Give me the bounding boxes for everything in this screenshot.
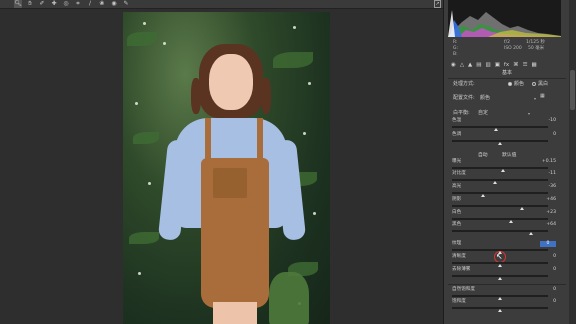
histogram [448,0,561,37]
crop-tool-icon[interactable]: ⌗ [74,0,82,8]
temperature-label: 色温 [452,118,462,123]
detail-tab-icon[interactable]: ▲ [468,62,472,69]
highlights-label: 高光 [452,184,462,189]
treatment-bw-label: 黑白 [538,81,549,87]
spot-removal-icon[interactable]: ❀ [98,0,106,8]
temperature-track[interactable] [452,126,548,128]
blacks-value-field[interactable]: +64 [540,222,556,228]
blacks-track[interactable] [452,230,548,232]
shadows-track[interactable] [452,205,548,207]
whites-label: 白色 [452,210,462,215]
radio-unselected-icon[interactable] [532,81,536,86]
shadows-label: 阴影 [452,197,462,202]
blacks-thumb[interactable] [528,232,533,235]
tool-bar: 🔍︎ ✋︎ ✐ ✚ ◎ ⌗ ∕ ❀ ◉ ✎ ↗ [0,0,443,9]
texture-value-field[interactable]: 0 [540,241,556,247]
highlights-slider[interactable]: 高光 -36 [452,184,556,198]
red-eye-icon[interactable]: ◉ [110,0,118,8]
preview-canvas [0,9,443,324]
camera-raw-window: 🔍︎ ✋︎ ✐ ✚ ◎ ⌗ ∕ ❀ ◉ ✎ ↗ R: f/2 1/125 秒 G… [0,0,576,324]
dehaze-value-field[interactable]: 0 [540,267,556,273]
calibration-tab-icon[interactable]: ⌘ [513,62,519,69]
contrast-label: 对比度 [452,171,466,176]
radio-selected-icon[interactable] [508,81,512,86]
treatment-label: 处理方式: [453,81,475,87]
temperature-value-field[interactable]: -10 [540,118,556,124]
preview-photo [123,12,330,324]
presets-tab-icon[interactable]: ☰ [523,62,528,69]
temperature-thumb[interactable] [494,128,499,131]
whites-track[interactable] [452,218,548,220]
dehaze-thumb[interactable] [498,277,502,280]
texture-slider[interactable]: 纹理 0 [452,241,556,255]
white-balance-label: 白平衡: [453,110,470,116]
clarity-label: 清晰度 [452,254,466,259]
dehaze-slider[interactable]: 去除薄雾 0 [452,267,556,281]
fullscreen-toggle-icon[interactable]: ↗ [434,0,441,8]
tint-thumb[interactable] [498,142,502,145]
white-balance-value: 自定 [478,110,489,116]
profile-value: 颜色 [480,95,491,101]
highlights-value-field[interactable]: -36 [540,184,556,190]
hsl-tab-icon[interactable]: ▤ [476,62,481,69]
treatment-color-label: 颜色 [514,81,525,87]
blacks-slider[interactable]: 黑色 +64 [452,222,556,236]
exposure-value-field[interactable]: +0.15 [540,159,556,165]
basic-tab-icon[interactable]: ◉ [451,62,456,69]
split-toning-tab-icon[interactable]: ▥ [485,62,490,69]
vibrance-label: 自然饱和度 [452,287,475,292]
highlights-track[interactable] [452,192,548,194]
zoom-tool-icon[interactable]: 🔍︎ [14,0,22,8]
profile-dropdown[interactable]: 颜色 ▾ [480,95,536,102]
profile-label: 配置文件: [453,95,475,101]
chevron-down-icon: ▾ [527,111,530,116]
whites-value-field[interactable]: +23 [540,210,556,216]
adjustment-brush-icon[interactable]: ✎ [122,0,130,8]
snapshots-tab-icon[interactable]: ▦ [532,62,537,69]
vibrance-value-field[interactable]: 0 [540,287,556,293]
panel-scrollbar[interactable] [569,0,576,324]
shadows-slider[interactable]: 阴影 +46 [452,197,556,211]
contrast-value-field[interactable]: -11 [540,171,556,177]
white-balance-tool-icon[interactable]: ✐ [38,0,46,8]
lens-tab-icon[interactable]: ▣ [495,62,500,69]
texture-label: 纹理 [452,241,462,246]
tint-value-field[interactable]: 0 [540,132,556,138]
effects-tab-icon[interactable]: fx [504,62,509,69]
scrollbar-thumb[interactable] [570,70,575,110]
clarity-value-field[interactable]: 0 [540,254,556,260]
dehaze-label: 去除薄雾 [452,267,471,272]
clarity-slider[interactable]: 清晰度 0 [452,254,556,268]
contrast-track[interactable] [452,179,548,181]
saturation-thumb[interactable] [498,309,502,312]
treatment-color-option[interactable]: 颜色 [508,81,524,88]
blacks-label: 黑色 [452,222,462,227]
camera-info: R: f/2 1/125 秒 G: ISO 200 50 毫米 B: [448,38,566,58]
chevron-down-icon: ▾ [533,96,536,101]
hand-tool-icon[interactable]: ✋︎ [26,0,34,8]
portrait-subject [157,40,309,324]
straighten-tool-icon[interactable]: ∕ [86,0,94,8]
temperature-slider[interactable]: 色温 -10 [452,118,556,132]
saturation-value-field[interactable]: 0 [540,299,556,305]
shadows-value-field[interactable]: +46 [540,197,556,203]
saturation-slider[interactable]: 饱和度 0 [452,299,556,313]
treatment-bw-option[interactable]: 黑白 [532,81,548,88]
exposure-label: 曝光 [452,159,462,164]
color-sampler-icon[interactable]: ✚ [50,0,58,8]
tone-curve-tab-icon[interactable]: △ [460,62,464,69]
tint-slider[interactable]: 色调 0 [452,132,556,146]
tint-label: 色调 [452,132,462,137]
saturation-label: 饱和度 [452,299,466,304]
blue-readout-label: B: [453,52,458,57]
panel-tabs: ◉ △ ▲ ▤ ▥ ▣ fx ⌘ ☰ ▦ [448,61,566,69]
profile-browser-icon[interactable]: ▦ [540,93,545,100]
targeted-adjustment-icon[interactable]: ◎ [62,0,70,8]
white-balance-dropdown[interactable]: 自定 ▾ [478,110,530,117]
contrast-slider[interactable]: 对比度 -11 [452,171,556,185]
section-title: 基本 [501,70,512,76]
histogram-graph [448,10,561,37]
